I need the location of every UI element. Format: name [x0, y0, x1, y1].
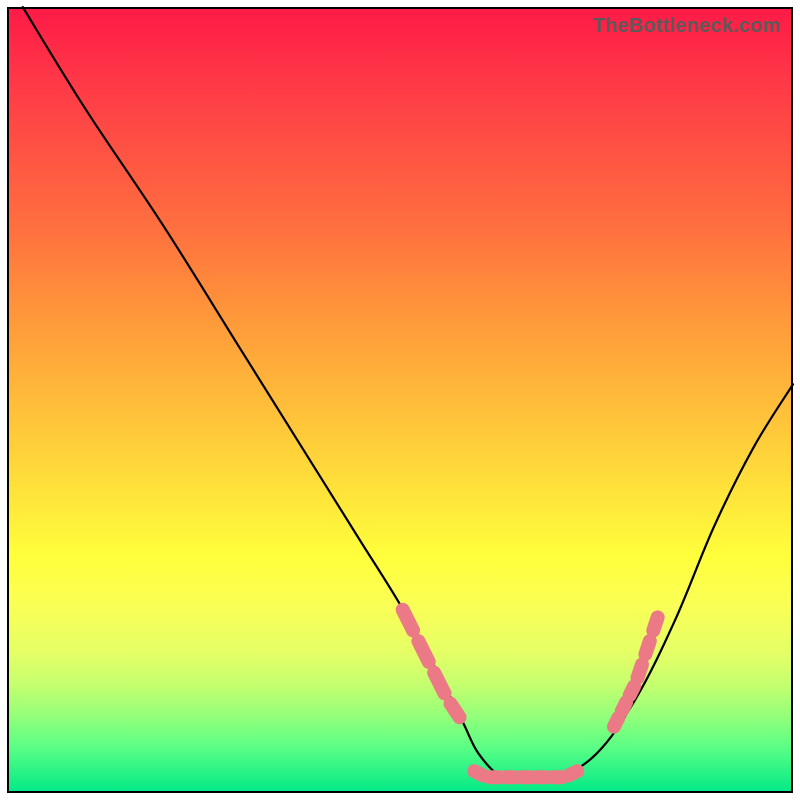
gradient-background	[7, 7, 793, 793]
bottleneck-chart: TheBottleneck.com	[7, 7, 793, 793]
